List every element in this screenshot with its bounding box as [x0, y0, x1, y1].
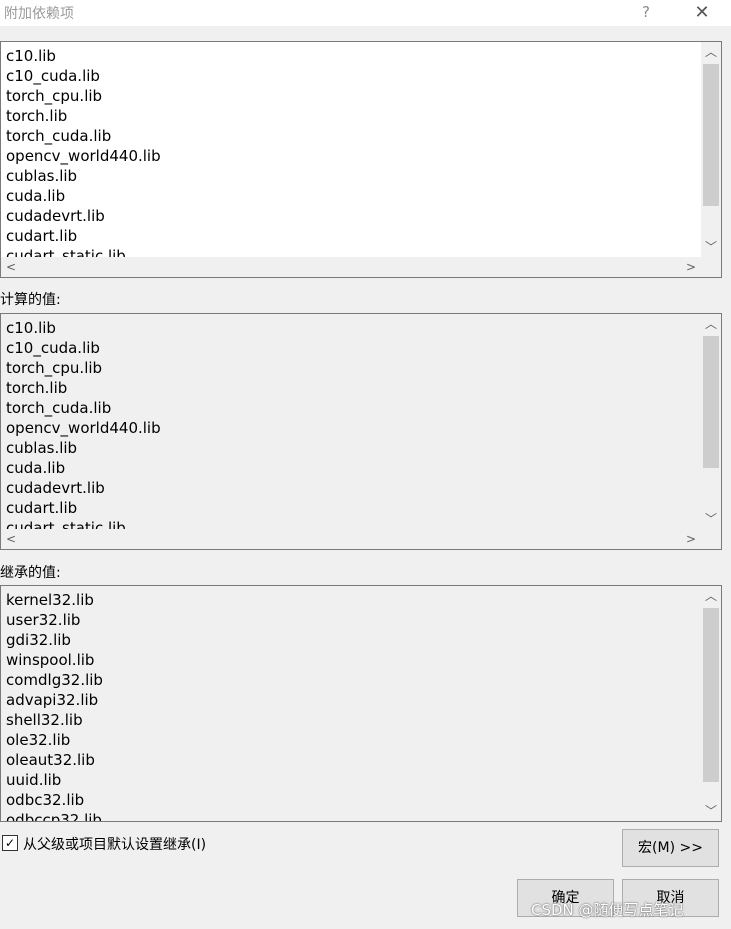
- list-item[interactable]: cudadevrt.lib: [6, 206, 701, 226]
- list-item[interactable]: cudart_static.lib: [6, 246, 701, 257]
- list-item: comdlg32.lib: [6, 671, 103, 689]
- scroll-down-icon[interactable]: ﹀: [701, 237, 721, 257]
- list-item: torch.lib: [6, 379, 68, 397]
- macros-button[interactable]: 宏(M) >>: [622, 829, 719, 867]
- scroll-up-icon[interactable]: ︿: [701, 314, 721, 334]
- inherited-vertical-scrollbar[interactable]: ︿ ﹀: [701, 586, 721, 821]
- list-item: cudart_static.lib: [6, 519, 126, 529]
- scroll-thumb[interactable]: [703, 608, 719, 782]
- list-item[interactable]: torch_cuda.lib: [6, 126, 701, 146]
- list-item: odbc32.lib: [6, 791, 85, 809]
- list-item: oleaut32.lib: [6, 751, 95, 769]
- list-item: shell32.lib: [6, 711, 83, 729]
- evaluated-horizontal-scrollbar[interactable]: < >: [1, 529, 701, 549]
- scroll-thumb[interactable]: [703, 64, 719, 206]
- close-icon[interactable]: ✕: [690, 2, 714, 24]
- scroll-left-icon[interactable]: <: [1, 529, 21, 549]
- scroll-corner: [701, 529, 721, 549]
- inherited-values: kernel32.lib user32.lib gdi32.lib winspool.…: [0, 585, 722, 822]
- list-item: cuda.lib: [6, 459, 66, 477]
- inherit-checkbox[interactable]: ✓: [2, 835, 18, 851]
- scroll-up-icon[interactable]: ︿: [701, 42, 721, 62]
- scroll-down-icon[interactable]: ﹀: [701, 801, 721, 821]
- list-item: c10_cuda.lib: [6, 339, 100, 357]
- list-item: opencv_world440.lib: [6, 419, 161, 437]
- list-item: torch_cpu.lib: [6, 359, 103, 377]
- editor-vertical-scrollbar[interactable]: ︿ ﹀: [701, 42, 721, 257]
- help-icon[interactable]: ?: [636, 2, 656, 22]
- list-item[interactable]: torch_cpu.lib: [6, 86, 701, 106]
- evaluated-vertical-scrollbar[interactable]: ︿ ﹀: [701, 314, 721, 529]
- evaluated-label: 计算的值:: [0, 292, 61, 308]
- scroll-corner: [701, 257, 721, 277]
- list-item[interactable]: c10.lib: [6, 46, 701, 66]
- list-item: cudadevrt.lib: [6, 479, 105, 497]
- scroll-right-icon[interactable]: >: [681, 257, 701, 277]
- scroll-left-icon[interactable]: <: [1, 257, 21, 277]
- scroll-up-icon[interactable]: ︿: [701, 586, 721, 606]
- scroll-down-icon[interactable]: ﹀: [701, 509, 721, 529]
- scroll-thumb[interactable]: [703, 336, 719, 468]
- list-item: advapi32.lib: [6, 691, 99, 709]
- list-item: user32.lib: [6, 611, 81, 629]
- check-icon: ✓: [4, 836, 16, 850]
- editor-horizontal-scrollbar[interactable]: < >: [1, 257, 701, 277]
- evaluated-list: c10.lib c10_cuda.lib torch_cpu.lib torch.li…: [6, 318, 701, 529]
- list-item: cublas.lib: [6, 439, 78, 457]
- inherit-label: 从父级或项目默认设置继承(I): [23, 837, 207, 853]
- inherited-list: kernel32.lib user32.lib gdi32.lib winspool.…: [6, 590, 701, 821]
- list-item[interactable]: c10_cuda.lib: [6, 66, 701, 86]
- inherited-label: 继承的值:: [0, 565, 61, 581]
- list-item: c10.lib: [6, 319, 56, 337]
- list-item[interactable]: torch.lib: [6, 106, 701, 126]
- list-item: uuid.lib: [6, 771, 62, 789]
- list-item[interactable]: cudart.lib: [6, 226, 701, 246]
- list-item: winspool.lib: [6, 651, 95, 669]
- evaluated-values: c10.lib c10_cuda.lib torch_cpu.lib torch.li…: [0, 313, 722, 550]
- title-bar: 附加依赖项 ? ✕: [0, 0, 731, 26]
- list-item: ole32.lib: [6, 731, 71, 749]
- list-item: torch_cuda.lib: [6, 399, 112, 417]
- list-item[interactable]: cuda.lib: [6, 186, 701, 206]
- dependencies-editor[interactable]: c10.lib c10_cuda.lib torch_cpu.lib torch.li…: [0, 41, 722, 278]
- watermark: CSDN @随便写点笔记: [531, 901, 684, 919]
- list-item: cudart.lib: [6, 499, 78, 517]
- list-item[interactable]: opencv_world440.lib: [6, 146, 701, 166]
- window-title: 附加依赖项: [4, 6, 74, 22]
- editor-list[interactable]: c10.lib c10_cuda.lib torch_cpu.lib torch.li…: [6, 46, 701, 257]
- list-item[interactable]: cublas.lib: [6, 166, 701, 186]
- scroll-right-icon[interactable]: >: [681, 529, 701, 549]
- list-item: kernel32.lib: [6, 591, 94, 609]
- list-item: odbccp32.lib: [6, 811, 102, 821]
- list-item: gdi32.lib: [6, 631, 71, 649]
